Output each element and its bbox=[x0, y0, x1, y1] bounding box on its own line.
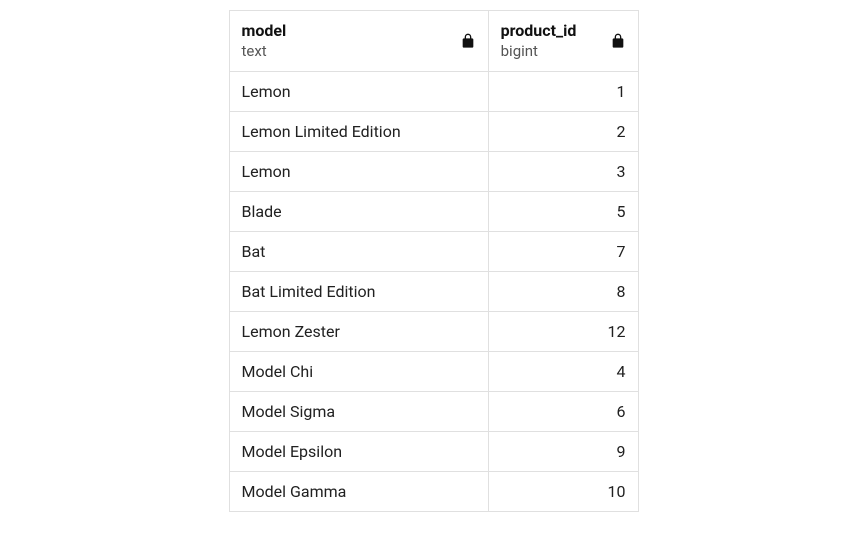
column-type: text bbox=[242, 42, 287, 62]
cell-model[interactable]: Model Epsilon bbox=[229, 432, 488, 472]
lock-icon bbox=[460, 33, 476, 49]
table-row[interactable]: Lemon Limited Edition 2 bbox=[229, 112, 638, 152]
cell-product-id[interactable]: 2 bbox=[488, 112, 638, 152]
cell-product-id[interactable]: 1 bbox=[488, 72, 638, 112]
column-name: product_id bbox=[501, 21, 577, 42]
cell-product-id[interactable]: 8 bbox=[488, 272, 638, 312]
table-row[interactable]: Model Gamma 10 bbox=[229, 472, 638, 512]
cell-model[interactable]: Model Sigma bbox=[229, 392, 488, 432]
table-body: Lemon 1 Lemon Limited Edition 2 Lemon 3 … bbox=[229, 72, 638, 512]
cell-model[interactable]: Blade bbox=[229, 192, 488, 232]
cell-model[interactable]: Bat Limited Edition bbox=[229, 272, 488, 312]
lock-icon bbox=[610, 33, 626, 49]
cell-product-id[interactable]: 4 bbox=[488, 352, 638, 392]
cell-product-id[interactable]: 5 bbox=[488, 192, 638, 232]
column-name: model bbox=[242, 21, 287, 42]
cell-model[interactable]: Model Chi bbox=[229, 352, 488, 392]
table-row[interactable]: Lemon 3 bbox=[229, 152, 638, 192]
table-row[interactable]: Blade 5 bbox=[229, 192, 638, 232]
cell-product-id[interactable]: 7 bbox=[488, 232, 638, 272]
cell-product-id[interactable]: 3 bbox=[488, 152, 638, 192]
column-header-product-id[interactable]: product_id bigint bbox=[488, 11, 638, 72]
data-table: model text product_id bigint bbox=[229, 10, 639, 512]
cell-model[interactable]: Model Gamma bbox=[229, 472, 488, 512]
cell-product-id[interactable]: 6 bbox=[488, 392, 638, 432]
cell-model[interactable]: Lemon Zester bbox=[229, 312, 488, 352]
cell-product-id[interactable]: 12 bbox=[488, 312, 638, 352]
cell-model[interactable]: Lemon bbox=[229, 152, 488, 192]
cell-model[interactable]: Lemon bbox=[229, 72, 488, 112]
column-header-model[interactable]: model text bbox=[229, 11, 488, 72]
table-row[interactable]: Model Epsilon 9 bbox=[229, 432, 638, 472]
cell-product-id[interactable]: 9 bbox=[488, 432, 638, 472]
cell-model[interactable]: Bat bbox=[229, 232, 488, 272]
table-row[interactable]: Model Sigma 6 bbox=[229, 392, 638, 432]
header-row: model text product_id bigint bbox=[229, 11, 638, 72]
table-row[interactable]: Model Chi 4 bbox=[229, 352, 638, 392]
column-type: bigint bbox=[501, 42, 577, 62]
cell-model[interactable]: Lemon Limited Edition bbox=[229, 112, 488, 152]
table-row[interactable]: Bat 7 bbox=[229, 232, 638, 272]
table-row[interactable]: Lemon 1 bbox=[229, 72, 638, 112]
table-row[interactable]: Bat Limited Edition 8 bbox=[229, 272, 638, 312]
table-row[interactable]: Lemon Zester 12 bbox=[229, 312, 638, 352]
cell-product-id[interactable]: 10 bbox=[488, 472, 638, 512]
